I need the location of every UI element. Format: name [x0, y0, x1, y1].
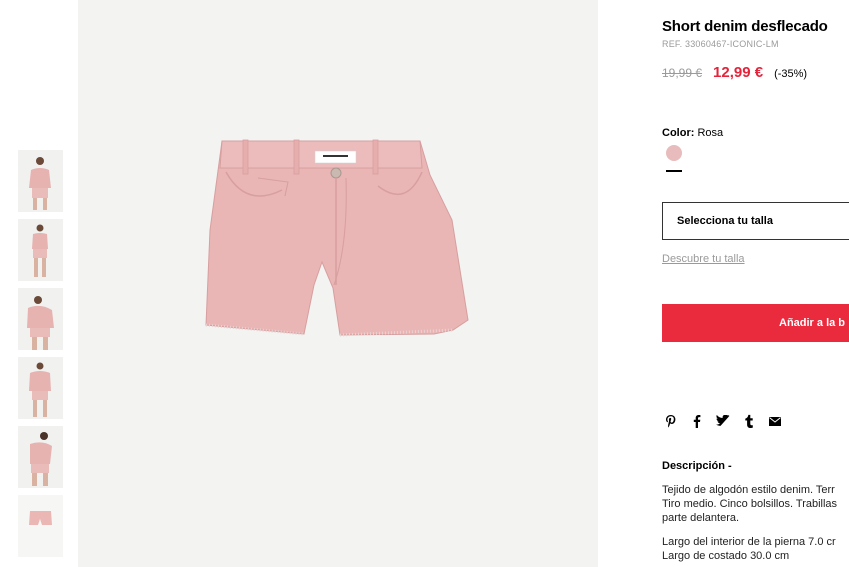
thumbnail-5[interactable] [18, 426, 63, 488]
thumbnail-3[interactable] [18, 288, 63, 350]
color-value: Rosa [697, 127, 724, 139]
size-guide-link[interactable]: Descubre tu talla [662, 253, 745, 265]
description-text: Tejido de algodón estilo denim. Terr Tir… [662, 483, 849, 563]
thumbnail-2[interactable] [18, 219, 63, 281]
tumblr-icon[interactable] [742, 414, 756, 428]
description-line: Tejido de algodón estilo denim. Terr [662, 484, 835, 496]
description-line: Tiro medio. Cinco bolsillos. Trabillas [662, 498, 838, 510]
description-toggle[interactable]: Descripción - [662, 460, 732, 472]
social-share-bar [664, 414, 794, 428]
size-select[interactable]: Selecciona tu talla [662, 202, 849, 240]
sale-price: 12,99 € [713, 64, 764, 81]
email-icon[interactable] [768, 414, 782, 428]
color-swatch-rosa[interactable] [666, 145, 682, 161]
twitter-icon[interactable] [716, 414, 730, 428]
thumbnail-1[interactable] [18, 150, 63, 212]
product-reference: REF. 33060467-ICONIC-LM [662, 39, 779, 49]
facebook-icon[interactable] [690, 414, 704, 428]
thumbnail-gallery [18, 150, 63, 564]
discount-badge: (-35%) [774, 68, 808, 80]
color-label-title: Color: [662, 127, 695, 139]
description-line: Largo del interior de la pierna 7.0 cr [662, 536, 836, 548]
product-info-panel: Short denim desflecado REF. 33060467-ICO… [662, 0, 849, 567]
product-main-image[interactable] [78, 0, 598, 567]
description-line: parte delantera. [662, 512, 740, 524]
thumbnail-6[interactable] [18, 495, 63, 557]
swatch-selected-indicator [666, 170, 682, 172]
pinterest-icon[interactable] [664, 414, 678, 428]
old-price: 19,99 € [662, 66, 703, 80]
price-row: 19,99 € 12,99 € (-35%) [662, 64, 807, 81]
thumbnail-4[interactable] [18, 357, 63, 419]
description-line: Largo de costado 30.0 cm [662, 550, 790, 562]
add-to-bag-button[interactable]: Añadir a la b [662, 304, 849, 342]
color-label: Color: Rosa [662, 127, 723, 139]
product-title: Short denim desflecado [662, 18, 828, 35]
